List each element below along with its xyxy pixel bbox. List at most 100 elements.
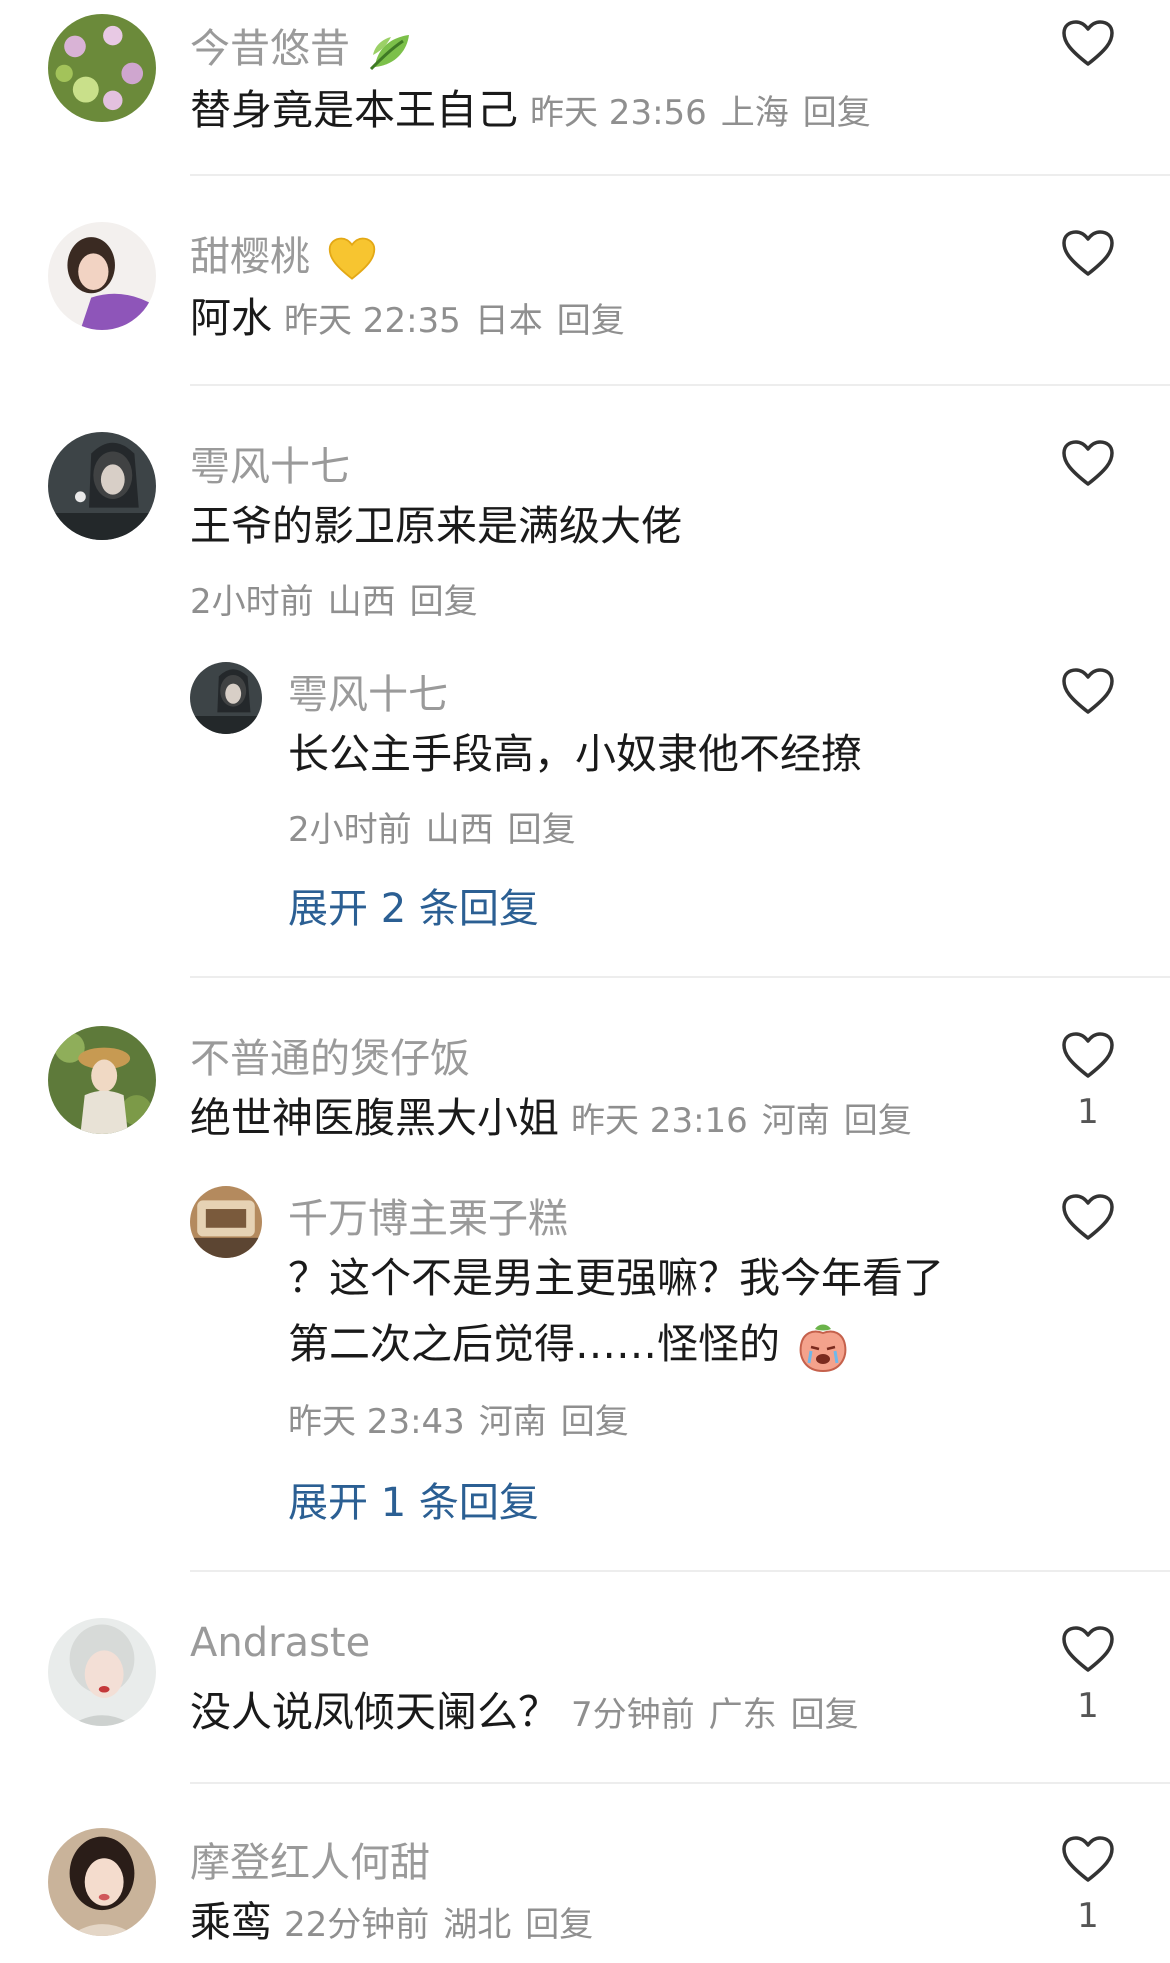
comment-text-line: 阿水 昨天 22:35 日本 回复	[190, 286, 639, 353]
avatar[interactable]	[48, 432, 156, 540]
like-button[interactable]	[1060, 228, 1116, 278]
avatar-image	[48, 432, 156, 540]
reply-button[interactable]: 回复	[844, 1101, 912, 1141]
expand-replies-link[interactable]: 展开 2 条回复	[288, 876, 539, 934]
comment-text: 王爷的影卫原来是满级大佬	[190, 502, 682, 550]
avatar[interactable]	[48, 14, 156, 122]
comment-time: 昨天 22:35	[284, 301, 461, 341]
avatar-image	[48, 1618, 156, 1726]
comment-text: 乘鸾	[190, 1898, 272, 1946]
like-button[interactable]	[1060, 666, 1116, 716]
like-count: 1	[1077, 1686, 1099, 1726]
divider	[190, 976, 1170, 978]
comment-meta: 2小时前 山西 回复	[190, 574, 492, 623]
comment-location: 日本	[474, 301, 543, 341]
reply-meta: 昨天 23:43 河南 回复	[288, 1394, 643, 1443]
reply-avatar[interactable]	[190, 1186, 262, 1258]
reply-avatar[interactable]	[190, 662, 262, 734]
reply-location: 河南	[478, 1402, 547, 1442]
reply-meta: 2小时前 山西 回复	[288, 802, 590, 851]
comment-location: 广东	[708, 1695, 777, 1735]
comment-time: 昨天 23:16	[571, 1101, 748, 1141]
comment-author-name[interactable]: 甜樱桃	[190, 224, 377, 282]
like-count: 1	[1077, 1896, 1099, 1936]
reply-author-name[interactable]: 千万博主栗子糕	[288, 1186, 568, 1244]
like-button[interactable]	[1060, 1624, 1116, 1674]
reply-button[interactable]: 回复	[525, 1905, 593, 1945]
comment-text: 阿水	[190, 294, 272, 342]
comment-text-line: 替身竟是本王自己 昨天 23:56 上海 回复	[190, 78, 885, 145]
heart-outline-icon	[1062, 230, 1114, 276]
crying-peach-emoji-icon	[799, 1324, 847, 1373]
comment-location: 山西	[327, 582, 396, 622]
divider	[190, 1782, 1170, 1784]
author-name-text[interactable]: 雩风十七	[288, 672, 448, 718]
author-name-text[interactable]: 不普通的煲仔饭	[190, 1036, 470, 1082]
avatar[interactable]	[48, 1828, 156, 1936]
yellow-heart-emoji-icon	[328, 237, 375, 280]
reply-text: 长公主手段高，小奴隶他不经撩	[288, 730, 862, 778]
comment-text-line: 乘鸾 22分钟前 湖北 回复	[190, 1890, 607, 1957]
comment-author-name[interactable]: 今昔悠昔	[190, 16, 415, 74]
comment-author-name[interactable]: 不普通的煲仔饭	[190, 1026, 470, 1084]
avatar[interactable]	[48, 222, 156, 330]
reply-time: 2小时前	[288, 810, 412, 850]
reply-button[interactable]: 回复	[561, 1402, 629, 1442]
reply-button[interactable]: 回复	[557, 301, 625, 341]
avatar-image	[48, 1026, 156, 1134]
comment-time: 2小时前	[190, 582, 314, 622]
reply-author-name[interactable]: 雩风十七	[288, 662, 448, 720]
heart-outline-icon	[1062, 1032, 1114, 1078]
author-name-text[interactable]: 雩风十七	[190, 444, 350, 490]
avatar-image	[48, 222, 156, 330]
avatar[interactable]	[48, 1618, 156, 1726]
divider	[190, 1570, 1170, 1572]
divider	[190, 384, 1170, 386]
heart-outline-icon	[1062, 440, 1114, 486]
comment-text: 绝世神医腹黑大小姐	[190, 1094, 559, 1142]
avatar[interactable]	[48, 1026, 156, 1134]
heart-outline-icon	[1062, 1626, 1114, 1672]
author-name-text[interactable]: 千万博主栗子糕	[288, 1196, 568, 1242]
heart-outline-icon	[1062, 20, 1114, 66]
heart-outline-icon	[1062, 668, 1114, 714]
reply-text-line-1: ？这个不是男主更强嘛？我今年看了	[288, 1254, 944, 1302]
like-button[interactable]	[1060, 1834, 1116, 1884]
author-name-text[interactable]: 摩登红人何甜	[190, 1840, 430, 1886]
heart-outline-icon	[1062, 1836, 1114, 1882]
comment-author-name[interactable]: Andraste	[190, 1620, 370, 1666]
comment-time: 7分钟前	[571, 1695, 695, 1735]
expand-replies-link[interactable]: 展开 1 条回复	[288, 1470, 539, 1528]
like-button[interactable]	[1060, 1192, 1116, 1242]
comment-author-name[interactable]: 雩风十七	[190, 434, 350, 492]
reply-button[interactable]: 回复	[791, 1695, 859, 1735]
comment-text: 替身竟是本王自己	[190, 86, 518, 134]
reply-time: 昨天 23:43	[288, 1402, 465, 1442]
reply-button[interactable]: 回复	[803, 93, 871, 133]
author-name-text[interactable]: 今昔悠昔	[190, 26, 350, 72]
comment-location: 上海	[720, 93, 789, 133]
comment-author-name[interactable]: 摩登红人何甜	[190, 1830, 430, 1888]
avatar-image	[190, 662, 262, 734]
reply-button[interactable]: 回复	[410, 582, 478, 622]
leaf-emoji-icon	[369, 35, 409, 71]
comment-location: 湖北	[443, 1905, 512, 1945]
comment-text: 没人说凤倾天阑么？	[190, 1688, 559, 1736]
like-button[interactable]	[1060, 18, 1116, 68]
reply-text: 第二次之后觉得……怪怪的	[288, 1320, 780, 1368]
reply-button[interactable]: 回复	[508, 810, 576, 850]
like-button[interactable]	[1060, 438, 1116, 488]
comment-location: 河南	[761, 1101, 830, 1141]
comment-time: 22分钟前	[284, 1905, 430, 1945]
comment-text-line: 没人说凤倾天阑么？ 7分钟前 广东 回复	[190, 1680, 873, 1747]
author-name-text[interactable]: Andraste	[190, 1620, 370, 1666]
heart-outline-icon	[1062, 1194, 1114, 1240]
reply-location: 山西	[425, 810, 494, 850]
author-name-text[interactable]: 甜樱桃	[190, 234, 310, 280]
comment-text-line: 绝世神医腹黑大小姐 昨天 23:16 河南 回复	[190, 1086, 926, 1153]
like-button[interactable]	[1060, 1030, 1116, 1080]
like-count: 1	[1077, 1092, 1099, 1132]
avatar-image	[48, 1828, 156, 1936]
divider	[190, 174, 1170, 176]
avatar-image	[190, 1186, 262, 1258]
